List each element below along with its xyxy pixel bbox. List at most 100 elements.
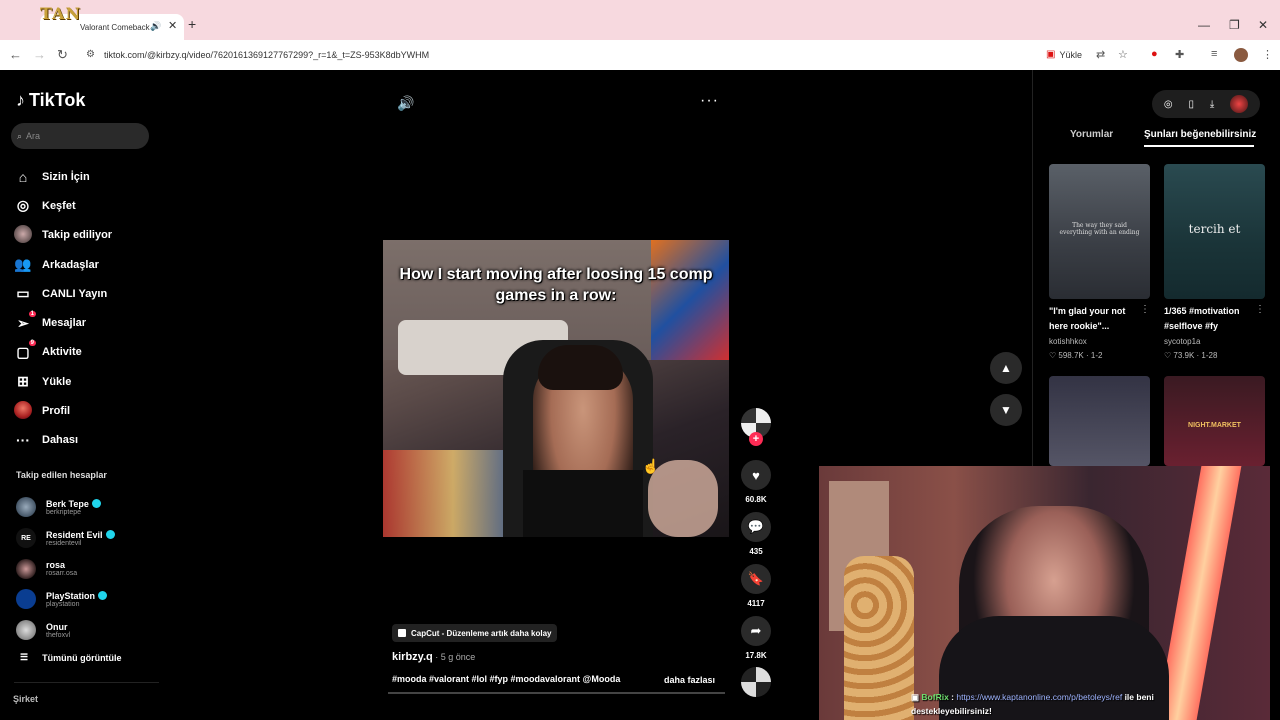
followed-account-rosa[interactable]: rosa rosarr.osa (16, 553, 115, 584)
next-video-button[interactable]: ▼ (990, 394, 1022, 426)
verified-icon (91, 499, 101, 509)
explore-compass-icon[interactable]: ◎ (1164, 99, 1173, 110)
capcut-banner[interactable]: CapCut - Düzenleme artık daha kolay (392, 624, 558, 642)
sidebar-item-more[interactable]: ··· Dahası (14, 426, 112, 455)
previous-video-button[interactable]: ▲ (990, 352, 1022, 384)
stream-overlay-logo: TAN (40, 4, 82, 23)
followed-account-berk-tepe[interactable]: Berk Tepe berkriptepe (16, 492, 115, 523)
music-disc-icon[interactable] (741, 667, 771, 697)
opera-extension-icon[interactable]: ● (1151, 48, 1158, 60)
sidebar-item-label: Arkadaşlar (42, 258, 99, 271)
sidebar-item-following[interactable]: Takip ediliyor (14, 221, 112, 250)
profile-avatar-icon[interactable] (1234, 48, 1248, 62)
followed-account-resident-evil[interactable]: RE Resident Evil residentevil (16, 523, 115, 554)
browser-menu-icon[interactable]: ⋮ (1262, 48, 1273, 61)
sidebar-item-activity[interactable]: ▢ 9 Aktivite (14, 338, 112, 367)
window-close-icon[interactable]: ✕ (1258, 18, 1268, 32)
thumbnail-text: NIGHT.MARKET (1188, 422, 1241, 429)
sidebar-item-live[interactable]: ▭ CANLI Yayın (14, 279, 112, 308)
tab-comments[interactable]: Yorumlar (1070, 129, 1113, 140)
tab-you-may-like[interactable]: Şunları beğenebilirsiniz (1144, 129, 1256, 140)
suggested-video-thumbnail[interactable]: NIGHT.MARKET (1164, 376, 1265, 466)
video-progress-bar[interactable] (388, 692, 725, 694)
share-icon: ➦ (741, 616, 771, 646)
tiktok-logo[interactable]: ♪ TikTok (16, 90, 85, 111)
account-name-text: PlayStation (46, 590, 96, 601)
more-options-icon[interactable]: ··· (700, 92, 719, 110)
heart-outline-icon: ♡ (1049, 351, 1057, 360)
see-more-link[interactable]: daha fazlası (664, 675, 715, 685)
suggested-video-thumbnail[interactable]: tercih et (1164, 164, 1265, 299)
follow-plus-button[interactable]: + (749, 432, 763, 446)
sidebar-item-messages[interactable]: ➢ 1 Mesajlar (14, 308, 112, 337)
webcam-scene-light (1156, 466, 1242, 720)
activity-badge: 9 (28, 339, 36, 346)
minimize-icon[interactable]: — (1198, 18, 1210, 32)
share-button[interactable]: ➦ 17.8K (740, 616, 772, 660)
site-info-icon[interactable]: ⚙ (86, 49, 95, 60)
like-button[interactable]: ♥ 60.8K (740, 460, 772, 504)
media-control-icon[interactable]: ≡ (1211, 48, 1217, 60)
sidebar-item-label: Yükle (42, 375, 72, 388)
comment-button[interactable]: 💬 435 (740, 512, 772, 556)
sidebar-nav: ⌂ Sizin İçin ◎ Keşfet Takip ediliyor 👥 A… (14, 162, 112, 455)
download-icon[interactable]: ⤓ (1210, 99, 1214, 110)
address-bar[interactable]: tiktok.com/@kirbzy.q/video/7620161369127… (104, 50, 429, 60)
followed-account-playstation[interactable]: PlayStation playstation (16, 584, 115, 615)
sidebar-item-friends[interactable]: 👥 Arkadaşlar (14, 250, 112, 279)
video-player[interactable]: How I start moving after loosing 15 comp… (383, 240, 729, 537)
video-hashtags[interactable]: #mooda #valorant #lol #fyp #moodavaloran… (392, 674, 620, 684)
new-tab-icon[interactable]: + (188, 16, 196, 32)
suggested-video-user[interactable]: kotishhkox (1049, 337, 1087, 346)
company-link[interactable]: Şirket (13, 694, 38, 704)
reload-icon[interactable]: ↻ (57, 47, 68, 63)
suggested-video-title[interactable]: "I'm glad your not here rookie"... (1049, 304, 1144, 334)
tab-close-icon[interactable]: ✕ (168, 19, 177, 32)
video-options-icon[interactable]: ⋮ (1255, 304, 1265, 315)
sidebar-item-profile[interactable]: Profil (14, 396, 112, 425)
sidebar-item-label: CANLI Yayın (42, 287, 108, 300)
save-button[interactable]: 🔖 4117 (740, 564, 772, 608)
search-input[interactable]: ⌕ Ara (11, 123, 149, 149)
followed-account-onur[interactable]: Onur thefoxvl (16, 615, 115, 646)
suggested-video-thumbnail[interactable]: The way they said everything with an end… (1049, 164, 1150, 299)
sidebar-item-upload[interactable]: ⊞ Yükle (14, 367, 112, 396)
chat-line-2: destekleyebilirsiniz! (911, 706, 992, 716)
restore-icon[interactable]: ❐ (1229, 18, 1240, 32)
suggested-video-thumbnail[interactable] (1049, 376, 1150, 466)
streamer-webcam-overlay (819, 466, 1270, 720)
back-icon[interactable]: ← (9, 47, 22, 62)
bookmark-star-icon[interactable]: ☆ (1118, 48, 1128, 61)
upload-chip[interactable]: ▣ Yükle (1046, 49, 1082, 60)
suggested-video-title[interactable]: 1/365 #motivation #selflove #fy (1164, 304, 1259, 334)
chat-user-icon: ▣ (911, 692, 920, 702)
volume-icon[interactable]: 🔊 (397, 95, 414, 112)
upload-icon: ⊞ (17, 373, 29, 390)
bookmark-icon: 🔖 (741, 564, 771, 594)
chat-username: BofRix (921, 692, 949, 702)
mobile-icon[interactable]: ▯ (1188, 99, 1194, 110)
mouse-cursor-icon: ☝ (642, 458, 660, 474)
account-name-text: Onur (46, 621, 68, 632)
upload-video-icon: ▣ (1046, 49, 1056, 60)
see-all-following-link[interactable]: ☰ Tümünü görüntüle (20, 652, 122, 663)
sidebar-item-explore[interactable]: ◎ Keşfet (14, 191, 112, 220)
account-handle: berkriptepe (46, 508, 82, 516)
sidebar-item-label: Dahası (42, 434, 79, 447)
heart-outline-icon: ♡ (1164, 351, 1172, 360)
active-tab-underline (1144, 145, 1254, 147)
user-avatar[interactable] (1230, 95, 1249, 113)
sidebar-item-for-you[interactable]: ⌂ Sizin İçin (14, 162, 112, 191)
tab-audio-icon[interactable]: 🔊 (150, 21, 161, 32)
chat-text: ile beni (1122, 692, 1154, 702)
account-name: Onur (46, 622, 70, 632)
translate-icon[interactable]: ⇄ (1096, 48, 1105, 61)
video-author[interactable]: kirbzy.q · 5 g önce (392, 651, 475, 663)
likes-count: 73.9K (1173, 351, 1195, 360)
extensions-icon[interactable]: ✚ (1175, 48, 1184, 61)
video-options-icon[interactable]: ⋮ (1140, 304, 1150, 315)
suggested-video-user[interactable]: sycotop1a (1164, 337, 1200, 346)
forward-icon[interactable]: → (33, 47, 46, 62)
chevron-up-icon: ▲ (1000, 361, 1012, 375)
logo-text: TikTok (29, 90, 86, 110)
